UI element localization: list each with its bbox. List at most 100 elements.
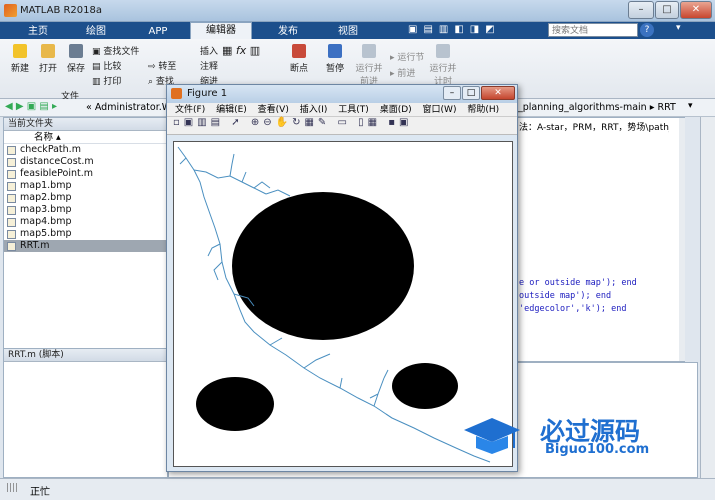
editor-tab-path: 法：A-star，PRM，RRT，势场\path_... (519, 123, 669, 133)
name-column-label: 名称 (34, 132, 54, 143)
obstacle-large (232, 192, 414, 340)
code-line: 'edgecolor','k'); end (519, 304, 627, 314)
rrt-branch (207, 243, 221, 257)
run-section-label: 运行节 (397, 53, 425, 63)
file-list-item[interactable]: RRT.m (4, 240, 167, 252)
tab-home[interactable]: 主页 (18, 24, 58, 39)
folder-icon (41, 44, 55, 58)
window-title: MATLAB R2018a (20, 5, 103, 16)
tab-view[interactable]: 视图 (328, 24, 368, 39)
file-list-item[interactable]: map1.bmp (4, 180, 167, 192)
obstacle-right (392, 363, 458, 409)
figure-title: Figure 1 (187, 88, 228, 99)
right-scrollbar[interactable] (700, 117, 715, 478)
rrt-branch (179, 157, 187, 165)
path-dropdown-icon[interactable]: ▾ (688, 101, 698, 111)
figure-minimize-button[interactable]: – (443, 86, 461, 100)
compare-button[interactable]: ▤ 比较 (92, 59, 140, 72)
code-line: e or outside map'); end (519, 278, 637, 288)
rrt-branch (265, 189, 291, 197)
rrt-branch (241, 171, 247, 183)
nav-arrows-icon[interactable]: ◀ ▶ ▣ ▤ ▸ (5, 101, 85, 112)
insert-button[interactable]: 插入 (198, 44, 220, 57)
open-button[interactable]: 打开 (36, 44, 60, 74)
figure-menu-window[interactable]: 窗口(W) (423, 105, 457, 115)
rrt-branch (373, 377, 385, 407)
editor-scrollbar[interactable] (679, 118, 685, 361)
run-advance-icon (362, 44, 376, 58)
run-section-button[interactable]: ▸ 运行节 (390, 50, 430, 63)
matlab-logo-icon (4, 4, 17, 17)
m-file-icon (7, 146, 16, 155)
m-file-icon (7, 242, 16, 251)
tab-apps[interactable]: APP (138, 24, 178, 39)
tab-publish[interactable]: 发布 (268, 24, 308, 39)
image-file-icon (7, 230, 16, 239)
figure-menu-tools[interactable]: 工具(T) (338, 105, 369, 115)
figure-close-button[interactable]: ✕ (481, 86, 515, 100)
file-list-item[interactable]: map3.bmp (4, 204, 167, 216)
rrt-branch (269, 337, 283, 346)
current-folder-header: 当前文件夹 (4, 118, 167, 131)
figure-toolbar: ▫▣▥▤ ➚ ⊕⊖✋↻▦✎ ▭ ▯▦ ▪▣ (167, 117, 517, 135)
open-label: 打开 (38, 64, 57, 74)
run-advance-button[interactable]: 运行并 前进 (354, 44, 384, 87)
help-icon[interactable]: ? (640, 23, 654, 37)
file-name: map1.bmp (20, 180, 72, 191)
new-label: 新建 (10, 64, 29, 74)
figure-maximize-button[interactable]: □ (462, 86, 480, 100)
file-list-item[interactable]: checkPath.m (4, 144, 167, 156)
file-list-item[interactable]: map5.bmp (4, 228, 167, 240)
fx-icon[interactable]: ▦ fx ▥ (222, 44, 272, 57)
comment-button[interactable]: 注释 (198, 59, 220, 72)
image-file-icon (7, 182, 16, 191)
file-name: map5.bmp (20, 228, 72, 239)
tab-plots[interactable]: 绘图 (76, 24, 116, 39)
search-input[interactable] (548, 23, 638, 37)
figure-menu-desktop[interactable]: 桌面(D) (380, 105, 412, 115)
find-files-button[interactable]: ▣ 查找文件 (92, 44, 140, 57)
minimize-button[interactable]: – (628, 1, 654, 19)
save-button[interactable]: 保存 (64, 44, 88, 74)
figure-menu-insert[interactable]: 插入(I) (300, 105, 328, 115)
obstacle-left (196, 377, 274, 431)
breakpoint-icon (292, 44, 306, 58)
file-list-item[interactable]: feasiblePoint.m (4, 168, 167, 180)
advance-button[interactable]: ▸ 前进 (390, 66, 430, 79)
file-list-item[interactable]: distanceCost.m (4, 156, 167, 168)
status-text: 正忙 (30, 487, 50, 498)
file-list-item[interactable]: map4.bmp (4, 216, 167, 228)
maximize-button[interactable]: □ (655, 1, 679, 19)
image-file-icon (7, 194, 16, 203)
breakpoints-button[interactable]: 断点 (286, 44, 312, 74)
figure-menu-edit[interactable]: 编辑(E) (216, 105, 247, 115)
tab-editor[interactable]: 编辑器 (190, 22, 252, 39)
figure-toolbar-icons[interactable]: ▫▣▥▤ ➚ ⊕⊖✋↻▦✎ ▭ ▯▦ ▪▣ (167, 117, 412, 128)
image-file-icon (7, 206, 16, 215)
file-list-item[interactable]: map2.bmp (4, 192, 167, 204)
quick-access-toolbar[interactable]: ▣▤▥◧◨◩ (408, 24, 538, 38)
code-line: outside map'); end (519, 291, 612, 301)
print-button[interactable]: ▥ 打印 (92, 74, 140, 87)
editor-code[interactable]: e or outside map'); end outside map'); e… (519, 278, 637, 317)
file-list: checkPath.m distanceCost.m feasiblePoint.m… (4, 144, 167, 252)
figure-menu-view[interactable]: 查看(V) (258, 105, 289, 115)
name-column-header[interactable]: 名称 ▴ (4, 131, 167, 144)
current-path[interactable]: « Administrator.WIN (86, 102, 166, 113)
figure-menu-help[interactable]: 帮助(H) (467, 105, 499, 115)
file-name: map3.bmp (20, 204, 72, 215)
close-button[interactable]: ✕ (680, 1, 712, 19)
rrt-branch (383, 369, 389, 379)
pause-button[interactable]: 暂停 (322, 44, 348, 74)
file-name: map4.bmp (20, 216, 72, 227)
run-time-button[interactable]: 运行并 计时 (428, 44, 458, 87)
figure-menu-file[interactable]: 文件(F) (175, 105, 205, 115)
path-right[interactable]: _planning_algorithms-main ▸ RRT (518, 102, 693, 113)
goto-button[interactable]: ⇨ 转至 (148, 59, 188, 72)
details-header: RRT.m (脚本) (4, 349, 167, 362)
rrt-branch (303, 353, 331, 369)
image-file-icon (7, 218, 16, 227)
new-button[interactable]: 新建 (8, 44, 32, 74)
goto-label: 转至 (158, 62, 177, 72)
community-icon[interactable]: ▾ (676, 23, 706, 37)
